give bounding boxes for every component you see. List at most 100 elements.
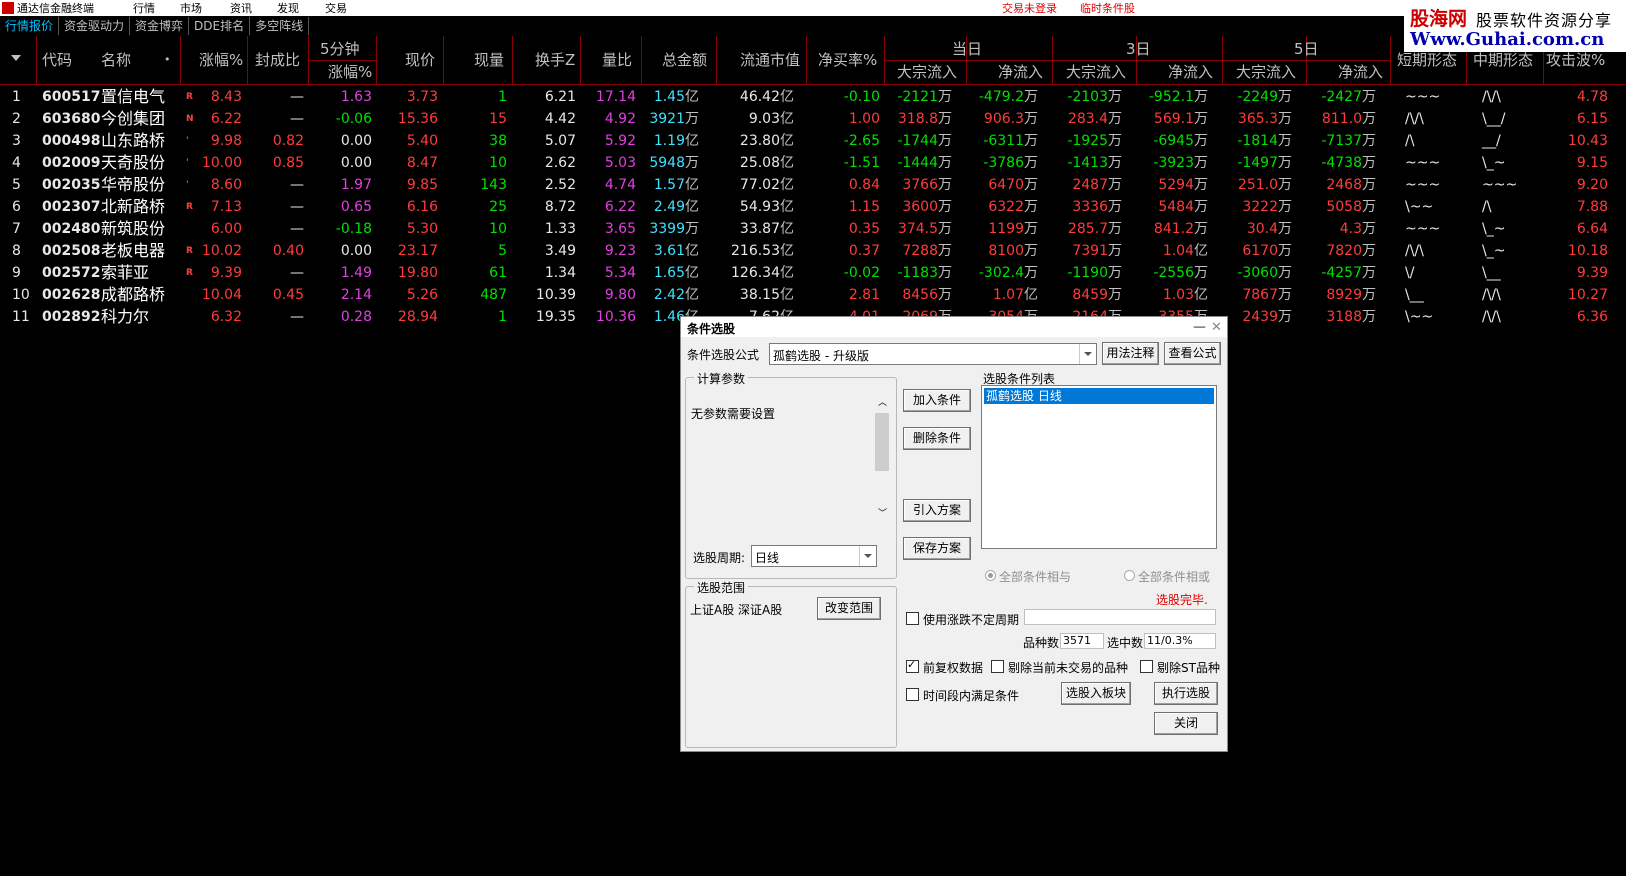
tab-capital-game[interactable]: 资金博弈 xyxy=(130,17,190,35)
trade-login-warning[interactable]: 交易未登录 xyxy=(1002,0,1057,16)
menu-item-trade[interactable]: 交易 xyxy=(325,0,347,16)
change-scope-button[interactable]: 改变范围 xyxy=(817,597,881,620)
attack-wave: 9.20 xyxy=(1546,174,1608,196)
amount-value: 1.19 xyxy=(653,133,685,149)
prev-adjust-checkbox[interactable] xyxy=(906,658,919,673)
save-scheme-button[interactable]: 保存方案 xyxy=(903,537,971,560)
usage-notes-button[interactable]: 用法注释 xyxy=(1102,342,1159,365)
stock-code: 603680 xyxy=(42,108,102,130)
chevron-down-icon[interactable] xyxy=(859,546,876,566)
radio-all-and[interactable] xyxy=(985,570,996,581)
table-row[interactable]: 3 000498 山东路桥 ' 9.98 0.82 0.00 5.40 38 5.07 5.92 1.… xyxy=(0,130,1626,152)
delete-condition-button[interactable]: 删除条件 xyxy=(903,427,971,450)
header-short-pattern[interactable]: 短期形态 xyxy=(1397,52,1457,68)
stock-name: 置信电气 xyxy=(101,86,171,108)
table-row[interactable]: 10 002628 成都路桥 10.04 0.45 2.14 5.26 487 10.39 9.8… xyxy=(0,284,1626,306)
volume: 487 xyxy=(445,284,507,306)
scroll-up-icon[interactable]: ︿ xyxy=(878,395,887,408)
header-attack-wave[interactable]: 攻击波% xyxy=(1546,52,1605,68)
table-row[interactable]: 1 600517 置信电气 R 8.43—1.63 3.73 1 6.21 17.14 1.45亿… xyxy=(0,86,1626,108)
header-5min-pct[interactable]: 涨幅% xyxy=(328,64,372,80)
table-row[interactable]: 8 002508 老板电器 R 10.02 0.40 0.00 23.17 5 3.49 9.23 3… xyxy=(0,240,1626,262)
header-price[interactable]: 现价 xyxy=(405,52,435,68)
short-pattern-value: \~~ xyxy=(1405,309,1434,325)
params-scrollbar[interactable]: ︿ ﹀ xyxy=(875,395,889,519)
d5-net-in-unit: 万 xyxy=(1362,287,1376,303)
volume: 61 xyxy=(445,262,507,284)
temp-condition-stocks[interactable]: 临时条件股 xyxy=(1080,0,1135,16)
table-row[interactable]: 7 002480 新筑股份 6.00— -0.18 5.30 10 1.33 3.65 3399万… xyxy=(0,218,1626,240)
table-row[interactable]: 6 002307 北新路桥 R 7.13—0.65 6.16 25 8.72 6.22 2.49亿… xyxy=(0,196,1626,218)
header-5day-big[interactable]: 大宗流入 xyxy=(1236,64,1296,80)
today-big-in: -1444万 xyxy=(886,152,952,174)
header-3day[interactable]: 3日 xyxy=(1126,41,1151,57)
period-select[interactable]: 日线 xyxy=(751,545,877,567)
header-mid-pattern[interactable]: 中期形态 xyxy=(1473,52,1533,68)
menu-item-news[interactable]: 资讯 xyxy=(230,0,252,16)
run-select-button[interactable]: 执行选股 xyxy=(1154,682,1218,705)
row-index-value: 3 xyxy=(12,133,21,149)
tab-quotes[interactable]: 行情报价 xyxy=(0,17,60,35)
exclude-untraded-checkbox[interactable] xyxy=(991,660,1004,673)
exclude-st-checkbox[interactable] xyxy=(1140,660,1153,673)
menu-item-discover[interactable]: 发现 xyxy=(277,0,299,16)
radio-all-or[interactable] xyxy=(1124,570,1135,581)
condition-list-item[interactable]: 孤鹤选股 日线 xyxy=(984,388,1214,404)
column-menu-icon[interactable] xyxy=(11,55,21,61)
turnover: 1.34 xyxy=(514,262,576,284)
header-5min[interactable]: 5分钟 xyxy=(320,41,360,57)
tab-dde-rank[interactable]: DDE排名 xyxy=(189,17,251,35)
header-net-buy[interactable]: 净买率% xyxy=(818,52,877,68)
header-name[interactable]: 名称 xyxy=(101,52,131,68)
today-net-in: 6322万 xyxy=(968,196,1038,218)
header-vol-ratio[interactable]: 量比 xyxy=(602,52,632,68)
use-period-checkbox[interactable] xyxy=(906,612,919,625)
table-row[interactable]: 5 002035 华帝股份 ' 8.60 — 1.97 9.85 143 2.52 4.74 1.57… xyxy=(0,174,1626,196)
table-row[interactable]: 2 603680 今创集团 N 6.22 — -0.06 15.36 15 4.42 4.92 392… xyxy=(0,108,1626,130)
vol-ratio-value: 4.74 xyxy=(604,177,636,193)
turnover-value: 1.33 xyxy=(544,221,576,237)
header-amount[interactable]: 总金额 xyxy=(662,52,707,68)
d3-net-in-value: 5294 xyxy=(1158,177,1194,193)
close-icon[interactable]: ✕ xyxy=(1211,320,1222,335)
amount: 1.57亿 xyxy=(643,174,699,196)
header-5day[interactable]: 5日 xyxy=(1294,41,1319,57)
view-formula-button[interactable]: 查看公式 xyxy=(1164,342,1221,365)
add-condition-button[interactable]: 加入条件 xyxy=(903,389,971,412)
header-today-net[interactable]: 净流入 xyxy=(998,64,1043,80)
mid-pattern: /\/\ xyxy=(1482,306,1542,328)
chevron-down-icon[interactable] xyxy=(1079,344,1096,364)
add-to-block-button[interactable]: 选股入板块 xyxy=(1061,682,1131,705)
tab-long-short[interactable]: 多空阵线 xyxy=(250,17,310,35)
menu-item-hangqing[interactable]: 行情 xyxy=(133,0,155,16)
dialog-titlebar[interactable]: 条件选股 — ✕ xyxy=(681,317,1227,337)
header-market-cap[interactable]: 流通市值 xyxy=(740,52,800,68)
table-row[interactable]: 9 002572 索菲亚 R 9.39—1.49 19.80 61 1.34 5.34 1.65亿… xyxy=(0,262,1626,284)
header-seal-ratio[interactable]: 封成比 xyxy=(255,52,300,68)
header-volume[interactable]: 现量 xyxy=(474,52,504,68)
header-5day-net[interactable]: 净流入 xyxy=(1338,64,1383,80)
header-3day-big[interactable]: 大宗流入 xyxy=(1066,64,1126,80)
close-button[interactable]: 关闭 xyxy=(1154,712,1218,735)
amount: 2.49亿 xyxy=(643,196,699,218)
condition-list[interactable]: 孤鹤选股 日线 xyxy=(981,385,1217,549)
formula-select[interactable]: 孤鹤选股 - 升级版 xyxy=(769,343,1097,365)
condition-select-dialog: 条件选股 — ✕ 条件选股公式 孤鹤选股 - 升级版 用法注释 查看公式 计算参… xyxy=(680,316,1228,752)
header-3day-net[interactable]: 净流入 xyxy=(1168,64,1213,80)
stock-name-value: 新筑股份 xyxy=(101,219,166,238)
header-today-big[interactable]: 大宗流入 xyxy=(897,64,957,80)
header-today[interactable]: 当日 xyxy=(952,41,982,57)
scroll-thumb[interactable] xyxy=(875,413,889,471)
menu-item-market[interactable]: 市场 xyxy=(180,0,202,16)
scroll-down-icon[interactable]: ﹀ xyxy=(878,506,887,519)
volume: 25 xyxy=(445,196,507,218)
table-row[interactable]: 4 002009 天奇股份 ' 10.00 0.85 0.00 8.47 10 2.62 5.03 5… xyxy=(0,152,1626,174)
time-range-checkbox[interactable] xyxy=(906,688,919,701)
tab-capital-drive[interactable]: 资金驱动力 xyxy=(59,17,131,35)
header-code[interactable]: 代码 xyxy=(42,52,72,68)
minimize-icon[interactable]: — xyxy=(1193,320,1206,335)
import-scheme-button[interactable]: 引入方案 xyxy=(903,499,971,522)
header-turnover[interactable]: 换手Z xyxy=(535,52,575,68)
all-and-label: 全部条件相与 xyxy=(999,570,1072,584)
header-pct[interactable]: 涨幅% xyxy=(199,52,243,68)
